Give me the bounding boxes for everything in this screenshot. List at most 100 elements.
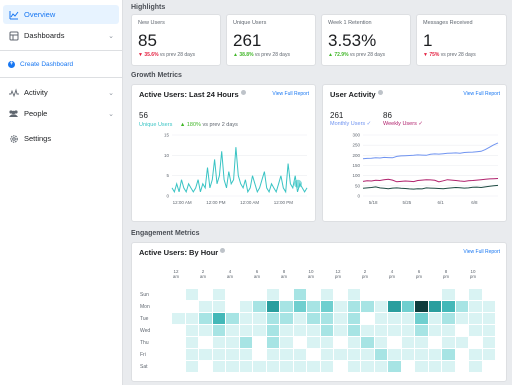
info-icon[interactable] [377, 90, 383, 95]
heatmap-cell[interactable] [361, 301, 374, 312]
heatmap-cell[interactable] [239, 301, 252, 312]
heatmap-cell[interactable] [239, 289, 252, 300]
heatmap-cell[interactable] [280, 337, 293, 348]
heatmap-cell[interactable] [253, 337, 266, 348]
heatmap-cell[interactable] [307, 301, 320, 312]
heatmap-cell[interactable] [199, 325, 212, 336]
heatmap-cell[interactable] [415, 349, 428, 360]
heatmap-cell[interactable] [388, 313, 401, 324]
heatmap-cell[interactable] [199, 361, 212, 372]
sidebar-item-dashboards[interactable]: Dashboards ⌄ [3, 26, 119, 45]
heatmap-cell[interactable] [401, 325, 414, 336]
heatmap-cell[interactable] [469, 337, 482, 348]
sidebar-item-settings[interactable]: Settings [3, 129, 119, 148]
heatmap-cell[interactable] [415, 289, 428, 300]
heatmap-cell[interactable] [320, 325, 333, 336]
heatmap-cell[interactable] [320, 289, 333, 300]
view-full-report-link[interactable]: View Full Report [463, 91, 500, 97]
heatmap-cell[interactable] [469, 349, 482, 360]
weekly-users-toggle[interactable]: Weekly Users ✓ [383, 121, 423, 127]
heatmap-cell[interactable] [455, 349, 468, 360]
heatmap-cell[interactable] [415, 301, 428, 312]
heatmap-cell[interactable] [185, 337, 198, 348]
heatmap-cell[interactable] [212, 361, 225, 372]
heatmap-cell[interactable] [428, 337, 441, 348]
heatmap-cell[interactable] [374, 349, 387, 360]
heatmap-cell[interactable] [280, 325, 293, 336]
heatmap-cell[interactable] [455, 361, 468, 372]
heatmap-cell[interactable] [226, 313, 239, 324]
heatmap-cell[interactable] [212, 313, 225, 324]
heatmap-cell[interactable] [482, 337, 495, 348]
heatmap-cell[interactable] [334, 337, 347, 348]
heatmap-cell[interactable] [253, 301, 266, 312]
monthly-users-toggle[interactable]: Monthly Users ✓ [330, 121, 371, 127]
heatmap-cell[interactable] [455, 301, 468, 312]
heatmap-cell[interactable] [293, 301, 306, 312]
heatmap-cell[interactable] [428, 325, 441, 336]
chevron-down-icon[interactable]: ⌄ [108, 110, 114, 118]
sidebar-item-people[interactable]: People ⌄ [3, 104, 119, 123]
heatmap-cell[interactable] [307, 337, 320, 348]
heatmap-cell[interactable] [280, 361, 293, 372]
heatmap-cell[interactable] [320, 361, 333, 372]
heatmap-cell[interactable] [266, 289, 279, 300]
heatmap-cell[interactable] [226, 289, 239, 300]
heatmap-cell[interactable] [401, 361, 414, 372]
heatmap-cell[interactable] [334, 361, 347, 372]
heatmap-cell[interactable] [239, 361, 252, 372]
heatmap-cell[interactable] [374, 313, 387, 324]
heatmap-cell[interactable] [199, 349, 212, 360]
heatmap-cell[interactable] [455, 325, 468, 336]
heatmap-cell[interactable] [226, 301, 239, 312]
heatmap-cell[interactable] [428, 289, 441, 300]
heatmap-cell[interactable] [388, 289, 401, 300]
heatmap-cell[interactable] [334, 325, 347, 336]
heatmap-cell[interactable] [226, 325, 239, 336]
heatmap-cell[interactable] [469, 301, 482, 312]
heatmap-cell[interactable] [347, 313, 360, 324]
heatmap-cell[interactable] [442, 325, 455, 336]
heatmap-cell[interactable] [415, 313, 428, 324]
sidebar-item-overview[interactable]: Overview [3, 5, 119, 24]
heatmap-cell[interactable] [266, 337, 279, 348]
heatmap-cell[interactable] [455, 289, 468, 300]
heatmap-cell[interactable] [320, 337, 333, 348]
heatmap-cell[interactable] [347, 301, 360, 312]
heatmap-cell[interactable] [442, 313, 455, 324]
create-dashboard-button[interactable]: + Create Dashboard [3, 56, 119, 72]
heatmap-cell[interactable] [172, 313, 185, 324]
heatmap-cell[interactable] [199, 313, 212, 324]
heatmap-cell[interactable] [172, 289, 185, 300]
chevron-down-icon[interactable]: ⌄ [108, 89, 114, 97]
heatmap-cell[interactable] [334, 289, 347, 300]
heatmap-cell[interactable] [266, 361, 279, 372]
heatmap-cell[interactable] [482, 301, 495, 312]
heatmap-cell[interactable] [428, 361, 441, 372]
heatmap-cell[interactable] [212, 289, 225, 300]
heatmap-cell[interactable] [199, 301, 212, 312]
heatmap-cell[interactable] [347, 325, 360, 336]
heatmap-cell[interactable] [374, 325, 387, 336]
heatmap-cell[interactable] [212, 325, 225, 336]
heatmap-cell[interactable] [482, 289, 495, 300]
view-full-report-link[interactable]: View Full Report [272, 91, 309, 97]
heatmap-cell[interactable] [266, 301, 279, 312]
heatmap-cell[interactable] [226, 349, 239, 360]
heatmap-cell[interactable] [172, 337, 185, 348]
heatmap-cell[interactable] [212, 349, 225, 360]
heatmap-cell[interactable] [401, 313, 414, 324]
heatmap-cell[interactable] [442, 289, 455, 300]
heatmap-cell[interactable] [401, 301, 414, 312]
heatmap-cell[interactable] [172, 325, 185, 336]
heatmap-cell[interactable] [455, 337, 468, 348]
heatmap-cell[interactable] [442, 337, 455, 348]
heatmap-cell[interactable] [469, 325, 482, 336]
heatmap-cell[interactable] [361, 325, 374, 336]
heatmap-cell[interactable] [401, 337, 414, 348]
heatmap-cell[interactable] [307, 313, 320, 324]
heatmap-cell[interactable] [361, 337, 374, 348]
heatmap-cell[interactable] [293, 313, 306, 324]
heatmap-cell[interactable] [266, 349, 279, 360]
heatmap-cell[interactable] [469, 313, 482, 324]
